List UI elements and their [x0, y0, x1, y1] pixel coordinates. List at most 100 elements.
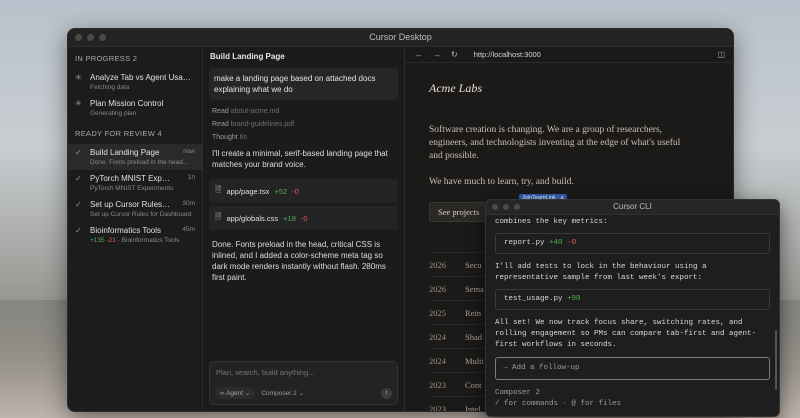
agent-item-analyze[interactable]: ✳ Analyze Tab vs Agent Usage P... Fetchi…: [68, 69, 202, 95]
site-brand: Acme Labs: [429, 81, 482, 95]
agent-time: 1h: [187, 174, 195, 181]
agent-item-rules[interactable]: ✓ Set up Cursor Rules for... Set up Curs…: [68, 196, 202, 222]
check-circle-icon: ✓: [75, 174, 82, 183]
assistant-response-1: I'll create a minimal, serif-based landi…: [212, 149, 388, 169]
step-verb: Read: [212, 121, 229, 128]
file-change-page[interactable]: 🗎 app/page.tsx +52 -0: [209, 179, 398, 203]
browser-toolbar: ← → ↻ http://localhost:3000 ◫: [405, 47, 733, 63]
forward-icon[interactable]: →: [433, 50, 441, 59]
project-name: Shad: [465, 332, 482, 342]
check-circle-icon: ✓: [75, 226, 82, 235]
model-selector[interactable]: Composer 2 ⌄: [261, 389, 304, 397]
agent-status: +135 -21 · Bioinformatics Tools: [90, 236, 195, 244]
check-circle-icon: ✓: [75, 200, 82, 209]
agent-status: PyTorch MNIST Experiments: [90, 185, 174, 192]
agent-time: 30m: [182, 200, 195, 207]
lines-added: +52: [274, 186, 288, 196]
step-verb: Thought: [212, 134, 238, 141]
lines-removed: -21: [106, 237, 116, 244]
agent-item-pytorch[interactable]: ✓ PyTorch MNIST Experim... PyTorch MNIST…: [68, 170, 202, 196]
cli-line: combines the key metrics:: [495, 218, 608, 226]
cli-titlebar: Cursor CLI: [486, 200, 779, 215]
project-year: 2023: [429, 404, 446, 412]
project-name: Rein: [465, 308, 482, 318]
agent-title: Analyze Tab vs Agent Usage P...: [90, 73, 195, 82]
cli-model: Composer 2: [495, 389, 541, 397]
send-arrow-icon[interactable]: ↑: [381, 388, 392, 399]
lines-added: +40: [549, 239, 563, 247]
file-name: report.py: [504, 239, 545, 247]
file-name: app/globals.css: [226, 213, 279, 223]
agent-title: Build Landing Page: [90, 148, 160, 157]
lines-removed: -0: [567, 239, 577, 247]
window-titlebar: Cursor Desktop: [68, 29, 733, 47]
lines-added: +18: [283, 213, 296, 223]
lines-added: +135: [90, 237, 105, 244]
composer-box[interactable]: Plan, search, build anything... ∞ Agent …: [209, 361, 398, 405]
cli-file-change[interactable]: report.py +40 -0: [495, 233, 770, 254]
lines-removed: -0: [300, 213, 308, 223]
agents-sidebar: IN PROGRESS 2 ✳ Analyze Tab vs Agent Usa…: [68, 47, 203, 411]
lines-removed: -0: [292, 186, 299, 196]
spinner-icon: ✳: [75, 73, 82, 82]
mode-selector[interactable]: ∞ Agent ⌄: [215, 387, 256, 399]
agent-status: Set up Cursor Rules for Dashboard: [90, 211, 192, 218]
lines-added: +90: [567, 295, 581, 303]
site-tagline: We have much to learn, try, and build.: [429, 177, 574, 187]
agent-item-bioinformatics[interactable]: ✓ Bioinformatics Tools +135 -21 · Bioinf…: [68, 222, 202, 248]
mode-label: Agent: [226, 390, 244, 397]
file-icon: 🗎: [215, 185, 222, 194]
spinner-icon: ✳: [75, 99, 82, 108]
file-change-globals[interactable]: 🗎 app/globals.css +18 -0: [209, 206, 398, 230]
agent-item-landing[interactable]: ✓ Build Landing Page Done. Fonts preload…: [68, 144, 202, 170]
project-year: 2024: [429, 356, 446, 366]
in-progress-header: IN PROGRESS 2: [75, 54, 138, 63]
cli-line: I'll add tests to lock in the behaviour …: [495, 263, 707, 282]
step-file[interactable]: about-acme.md: [231, 108, 280, 115]
project-year: 2025: [429, 308, 446, 318]
agent-time: now: [183, 148, 195, 155]
file-name: test_usage.py: [504, 295, 563, 303]
cli-output: combines the key metrics: report.py +40 …: [486, 215, 779, 412]
see-projects-button[interactable]: See projects: [429, 202, 489, 222]
ready-header: READY FOR REVIEW 4: [75, 129, 162, 138]
url-field[interactable]: http://localhost:3000: [474, 50, 541, 59]
cli-file-change[interactable]: test_usage.py +90: [495, 289, 770, 310]
project-name: Cont: [465, 380, 482, 390]
check-circle-icon: ✓: [75, 148, 82, 157]
agent-title: PyTorch MNIST Experim...: [90, 174, 172, 183]
agent-status: Done. Fonts preload in the head...: [90, 159, 189, 166]
step-time: 6s: [239, 134, 248, 141]
chat-panel: Build Landing Page make a landing page b…: [203, 47, 405, 411]
reload-icon[interactable]: ↻: [451, 50, 458, 59]
composer-input[interactable]: Plan, search, build anything...: [210, 362, 397, 383]
agent-title: Plan Mission Control: [90, 99, 164, 108]
project-year: 2023: [429, 380, 446, 390]
agent-time: 45m: [182, 226, 195, 233]
step-file[interactable]: brand-guidelines.pdf: [231, 121, 294, 128]
cli-follow-up-input[interactable]: → Add a follow-up: [495, 357, 770, 380]
site-intro: Software creation is changing. We are a …: [429, 125, 681, 161]
agent-title: Bioinformatics Tools: [90, 226, 161, 235]
thought-step[interactable]: Thought 6s: [203, 132, 404, 145]
cursor-cli-window: Cursor CLI combines the key metrics: rep…: [485, 199, 780, 417]
user-message: make a landing page based on attached do…: [209, 68, 398, 100]
agent-status: Generating plan: [90, 110, 137, 117]
project-year: 2026: [429, 284, 446, 294]
cli-scrollbar[interactable]: [775, 330, 777, 390]
file-name: app/page.tsx: [226, 186, 270, 196]
read-step-1: Read about-acme.md: [203, 106, 404, 119]
project-name: Secu: [465, 260, 482, 270]
sidebar-toggle-icon[interactable]: ◫: [717, 50, 725, 59]
agent-item-plan[interactable]: ✳ Plan Mission Control Generating plan: [68, 95, 202, 121]
cli-line: All set! We now track focus share, switc…: [495, 319, 757, 349]
step-verb: Read: [212, 108, 229, 115]
chat-title: Build Landing Page: [210, 52, 285, 61]
project-year: 2024: [429, 332, 446, 342]
project-name: Sema: [465, 284, 484, 294]
project-year: 2026: [429, 260, 446, 270]
model-label: Composer 2: [261, 390, 297, 397]
agent-title: Set up Cursor Rules for...: [90, 200, 172, 209]
back-icon[interactable]: ←: [415, 50, 423, 59]
agent-status: Fetching data: [90, 84, 130, 91]
